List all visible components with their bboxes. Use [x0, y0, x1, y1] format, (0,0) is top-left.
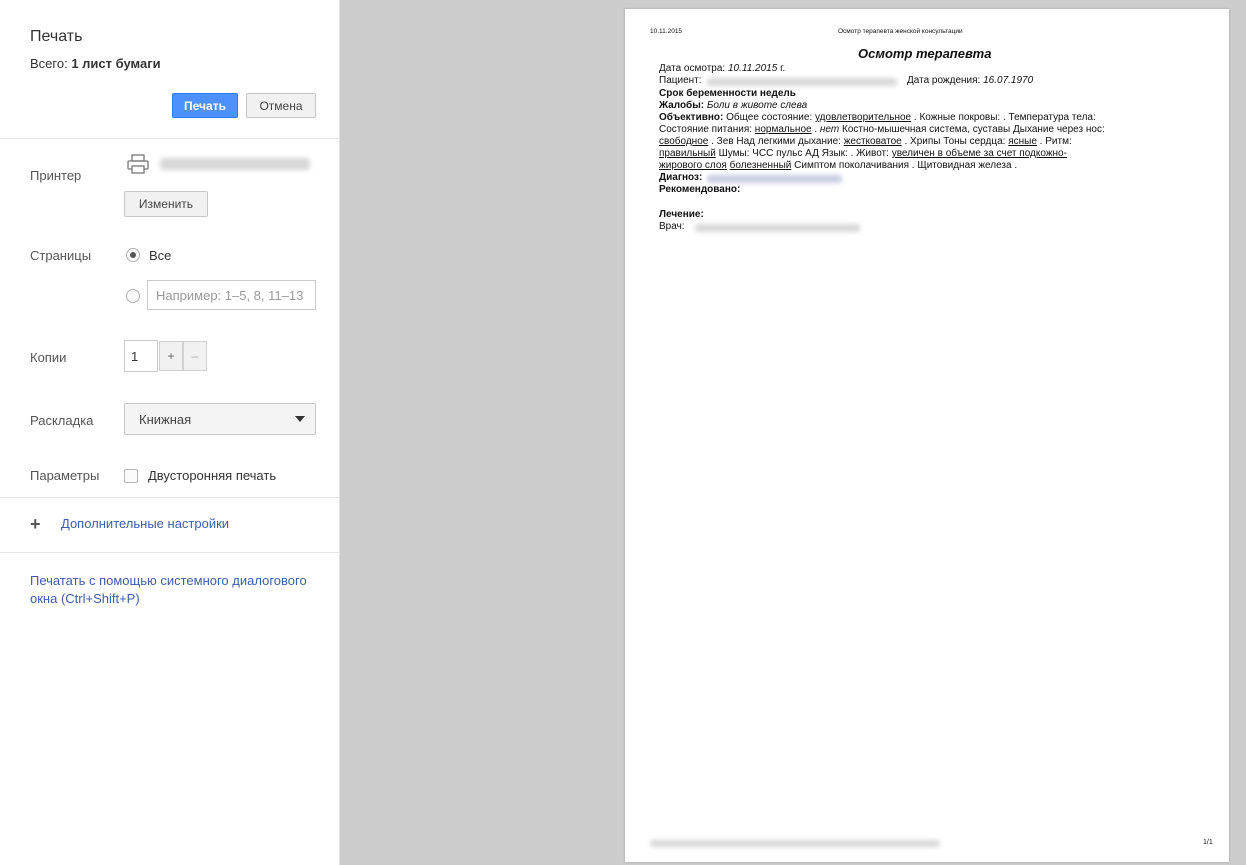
objective-line-5: жирового слоя болезненный Симптом покола…: [659, 160, 1017, 171]
print-settings-panel: Печать Всего: 1 лист бумаги Печать Отмен…: [0, 0, 340, 865]
pregnancy-term: Срок беременности недель: [659, 88, 796, 99]
pages-all-label: Все: [149, 248, 172, 263]
musculo-text: Костно-мышечная система, суставы Дыхание…: [842, 124, 1105, 135]
printer-label: Принтер: [30, 168, 82, 183]
lungs-label-text: . Зев Над легкими дыхание:: [711, 136, 841, 147]
cancel-button[interactable]: Отмена: [246, 93, 316, 118]
treatment-label: Лечение:: [659, 209, 704, 220]
nutrition-sep: .: [814, 124, 818, 135]
system-dialog-link[interactable]: Печатать с помощью системного диалоговог…: [30, 572, 320, 608]
doc-header-title: Осмотр терапевта женской консультации: [838, 28, 963, 35]
total-sheets: Всего: 1 лист бумаги: [30, 56, 161, 71]
rhythm-label: . Ритм:: [1039, 136, 1072, 147]
nutrition-value: нормальное: [754, 124, 812, 135]
total-label: Всего:: [30, 56, 68, 71]
total-value: 1 лист бумаги: [71, 56, 161, 71]
doc-title: Осмотр терапевта: [858, 46, 992, 61]
exam-date-suffix: г.: [780, 63, 786, 74]
plus-icon: +: [30, 514, 41, 534]
footer-redacted: [650, 840, 940, 847]
layout-value: Книжная: [139, 411, 192, 427]
doctor-label: Врач:: [659, 221, 685, 232]
doc-exam-date: Дата осмотра: 10.11.2015 г.: [659, 63, 785, 74]
pages-range-input[interactable]: Например: 1–5, 8, 11–13: [147, 280, 316, 310]
nutrition-none: нет: [819, 124, 840, 135]
complaints-label: Жалобы:: [659, 100, 705, 111]
advanced-settings-link[interactable]: Дополнительные настройки: [61, 516, 229, 531]
doctor-name-redacted: [695, 224, 860, 232]
patient-name-redacted: [707, 78, 897, 86]
vitals-text: Шумы: ЧСС пульс АД Язык: . Живот:: [718, 148, 889, 159]
objective-line-1: Объективно: Общее состояние: удовлетвори…: [659, 112, 1096, 123]
layout-label: Раскладка: [30, 413, 94, 428]
complaints-value: Боли в животе слева: [706, 100, 808, 111]
belly-value: увеличен в объеме за счет подкожно-: [891, 148, 1067, 159]
duplex-checkbox[interactable]: [124, 469, 138, 483]
patient-label: Пациент:: [659, 75, 702, 86]
dob-value: 16.07.1970: [983, 75, 1034, 86]
divider: [0, 497, 340, 498]
objective-line-3: свободное . Зев Над легкими дыхание: жес…: [659, 136, 1072, 147]
pages-label: Страницы: [30, 248, 92, 263]
pages-custom-radio[interactable]: [126, 289, 140, 303]
copies-input[interactable]: 1: [124, 340, 158, 372]
lungs-value: жестковатое: [843, 136, 902, 147]
chevron-down-icon: [295, 416, 305, 422]
doc-header-date: 10.11.2015: [650, 28, 683, 35]
divider: [0, 552, 340, 553]
print-button[interactable]: Печать: [172, 93, 238, 118]
complaints-line: Жалобы: Боли в животе слева: [659, 100, 807, 111]
thyroid-text: Симптом поколачивания . Щитовидная желез…: [794, 160, 1018, 171]
heart-label-text: . Хрипы Тоны сердца:: [904, 136, 1006, 147]
nutrition-label: Состояние питания:: [659, 124, 753, 135]
copies-decrement-button[interactable]: –: [183, 341, 207, 371]
dialog-title: Печать: [30, 28, 83, 45]
divider: [0, 138, 340, 139]
objective-line-4: правильный Шумы: ЧСС пульс АД Язык: . Жи…: [659, 148, 1067, 159]
page-number: 1/1: [1203, 839, 1213, 846]
rhythm-value: правильный: [659, 148, 716, 159]
exam-date-label: Дата осмотра:: [659, 63, 726, 74]
belly-pain-value: болезненный: [729, 160, 792, 171]
preview-page: 10.11.2015 Осмотр терапевта женской конс…: [625, 9, 1229, 862]
printer-name-redacted: [160, 158, 310, 170]
nasal-breath-value: свободное: [659, 136, 709, 147]
diagnosis-redacted: [707, 175, 842, 183]
exam-date-value: 10.11.2015: [727, 63, 778, 74]
layout-select[interactable]: Книжная: [124, 403, 316, 435]
pages-all-radio[interactable]: [126, 248, 140, 262]
change-printer-button[interactable]: Изменить: [124, 191, 208, 217]
diagnosis-label: Диагноз:: [659, 172, 703, 183]
recommended-label: Рекомендовано:: [659, 184, 741, 195]
general-state-label: Общее состояние:: [726, 112, 813, 123]
skin-temp-text: . Кожные покровы: . Температура тела:: [913, 112, 1096, 123]
copies-increment-button[interactable]: +: [159, 341, 183, 371]
belly-value-cont: жирового слоя: [659, 160, 727, 171]
dob-label: Дата рождения:: [907, 75, 981, 86]
objective-line-2: Состояние питания: нормальное . нет Кост…: [659, 124, 1105, 135]
params-label: Параметры: [30, 468, 100, 483]
copies-label: Копии: [30, 350, 67, 365]
doc-dob: Дата рождения: 16.07.1970: [907, 75, 1033, 86]
objective-label: Объективно:: [659, 112, 724, 123]
printer-icon: [127, 154, 149, 174]
heart-value: ясные: [1008, 136, 1037, 147]
duplex-label: Двусторонняя печать: [148, 468, 277, 483]
general-state-value: удовлетворительное: [815, 112, 912, 123]
